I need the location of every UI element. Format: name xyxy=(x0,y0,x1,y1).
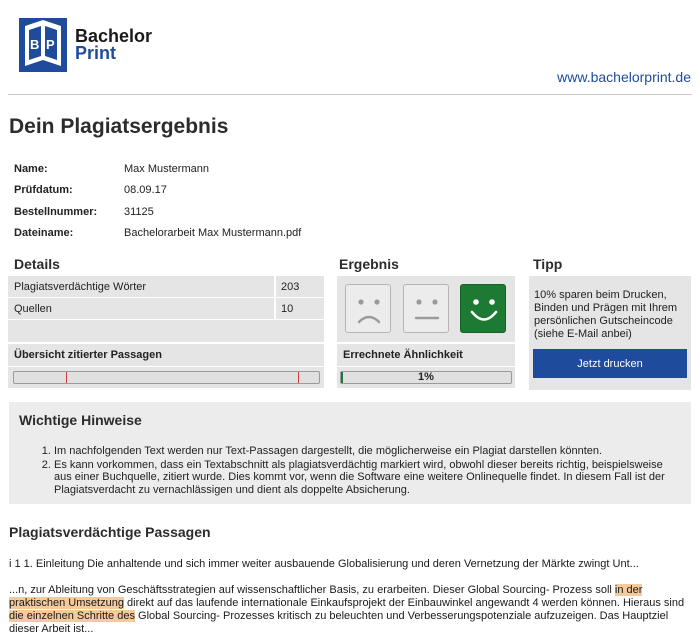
tipp-text: 10% sparen beim Drucken, Binden und Präg… xyxy=(534,289,678,340)
important-notes: Wichtige Hinweise Im nachfolgenden Text … xyxy=(9,402,691,504)
book-icon: B P xyxy=(19,18,67,72)
tipp-box: 10% sparen beim Drucken, Binden und Präg… xyxy=(529,276,691,390)
similarity-value: 1% xyxy=(418,371,434,383)
similarity-progress-bar: 1% xyxy=(340,371,512,384)
details-title: Details xyxy=(14,256,60,272)
passages-overview-title: Übersicht zitierter Passagen xyxy=(8,344,324,366)
meta-row-date: Prüfdatum: 08.09.17 xyxy=(14,180,301,202)
svg-text:B: B xyxy=(30,37,39,52)
sad-face-icon xyxy=(345,284,391,333)
similarity-box: 1% xyxy=(337,367,515,388)
header-divider xyxy=(8,94,692,95)
details-value: 10 xyxy=(276,298,324,319)
passage-2: ...n, zur Ableitung von Geschäftsstrateg… xyxy=(9,584,691,634)
details-label: Quellen xyxy=(8,298,274,319)
details-value: 203 xyxy=(276,276,324,297)
notes-title: Wichtige Hinweise xyxy=(19,412,142,428)
passages-overview-box xyxy=(8,367,324,388)
meta-label: Dateiname: xyxy=(14,227,74,240)
logo-text: Bachelor Print xyxy=(75,27,152,63)
details-label: Plagiatsverdächtige Wörter xyxy=(8,276,274,297)
table-row: Plagiatsverdächtige Wörter 203 xyxy=(8,276,324,297)
meta-value: Bachelorarbeit Max Mustermann.pdf xyxy=(124,227,302,240)
print-now-button[interactable]: Jetzt drucken xyxy=(533,349,687,378)
result-faces xyxy=(337,276,515,342)
tipp-title: Tipp xyxy=(533,256,563,272)
list-item: Es kann vorkommen, dass ein Textabschnit… xyxy=(54,459,679,497)
passage-1: i 1 1. Einleitung Die anhaltende und sic… xyxy=(9,558,639,570)
meta-label: Prüfdatum: xyxy=(14,184,73,197)
svg-text:P: P xyxy=(46,37,55,52)
meta-label: Name: xyxy=(14,162,48,175)
meta-label: Bestellnummer: xyxy=(14,205,98,218)
site-url-link[interactable]: www.bachelorprint.de xyxy=(557,69,691,85)
meta-row-file: Dateiname: Bachelorarbeit Max Mustermann… xyxy=(14,223,301,245)
header: B P Bachelor Print www.bachelorprint.de xyxy=(0,0,700,95)
meta-value: 08.09.17 xyxy=(124,184,167,197)
passages-overview-bar xyxy=(13,371,320,384)
happy-face-icon xyxy=(460,284,506,333)
details-table: Plagiatsverdächtige Wörter 203 Quellen 1… xyxy=(8,276,324,342)
order-meta: Name: Max Mustermann Prüfdatum: 08.09.17… xyxy=(14,158,301,244)
passage-highlight[interactable]: die einzelnen Schritte des xyxy=(9,610,135,622)
logo-line2: Print xyxy=(75,43,117,63)
neutral-face-icon xyxy=(403,284,449,333)
meta-value: 31125 xyxy=(124,205,154,218)
notes-list: Im nachfolgenden Text werden nur Text-Pa… xyxy=(54,445,679,497)
page-title: Dein Plagiatsergebnis xyxy=(9,115,229,138)
suspicious-passages-title: Plagiatsverdächtige Passagen xyxy=(9,524,211,540)
list-item: Im nachfolgenden Text werden nur Text-Pa… xyxy=(54,445,679,458)
table-row: Quellen 10 xyxy=(8,298,324,319)
meta-row-order: Bestellnummer: 31125 xyxy=(14,201,301,223)
similarity-title: Errechnete Ähnlichkeit xyxy=(337,344,515,366)
passage-marker xyxy=(66,372,67,383)
meta-row-name: Name: Max Mustermann xyxy=(14,158,301,180)
passage-text: ...n, zur Ableitung von Geschäftsstrateg… xyxy=(9,584,615,596)
ergebnis-title: Ergebnis xyxy=(339,256,399,272)
meta-value: Max Mustermann xyxy=(124,162,209,175)
passage-text: direkt auf das laufende internationale E… xyxy=(123,597,685,609)
details-empty-row xyxy=(8,320,324,342)
passage-marker xyxy=(298,372,299,383)
